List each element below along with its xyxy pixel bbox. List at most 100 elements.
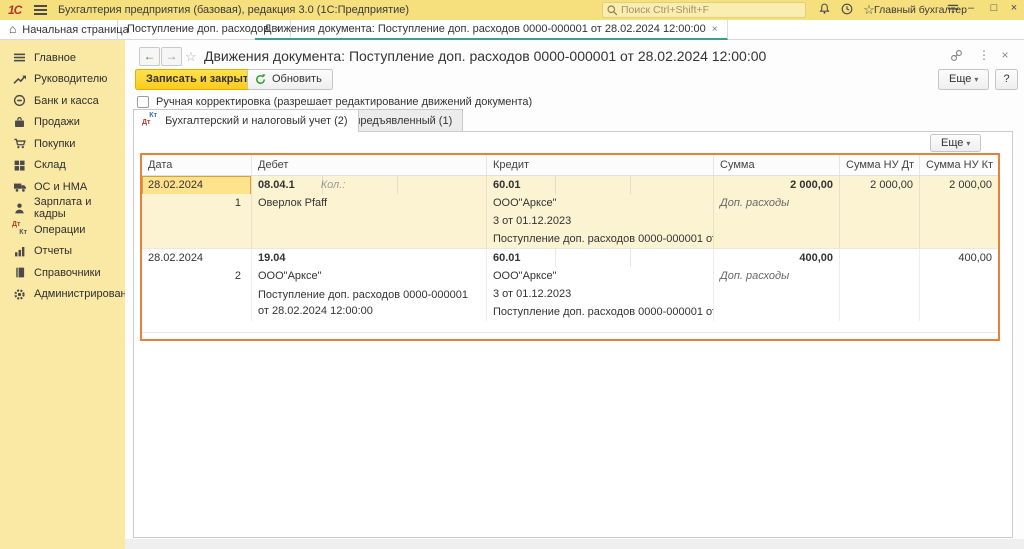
forward-button[interactable]: →: [161, 47, 182, 66]
cell-credit-account[interactable]: 60.01: [487, 176, 713, 194]
cell-credit-subconto[interactable]: 3 от 01.12.2023: [487, 285, 713, 303]
cell-sum-nu-dt[interactable]: 2 000,00: [840, 176, 919, 194]
cell-debit-subconto[interactable]: Оверлок Pfaff: [252, 194, 486, 212]
col-header-credit: Кредит: [487, 155, 714, 175]
menu-lines-icon: [12, 52, 27, 64]
manual-adjustment-row: Ручная корректировка (разрешает редактир…: [137, 96, 532, 108]
cart-icon: [12, 137, 27, 150]
col-header-sum-nu-dt: Сумма НУ Дт: [840, 155, 920, 175]
trend-chart-icon: [12, 73, 27, 85]
sidebar-item-purchases[interactable]: Покупки: [0, 133, 125, 155]
favorite-star-icon[interactable]: ☆: [185, 49, 197, 65]
sidebar-item-main[interactable]: Главное: [0, 47, 125, 69]
help-button[interactable]: ?: [995, 69, 1018, 90]
main-menu-icon[interactable]: [34, 5, 47, 15]
home-icon: ⌂: [9, 22, 16, 36]
service-menu-icon[interactable]: [944, 2, 962, 18]
person-icon: [12, 202, 27, 215]
more-dots-icon[interactable]: ⋮: [976, 48, 992, 62]
manual-adjustment-checkbox[interactable]: [137, 96, 149, 108]
sidebar-item-fixed-assets[interactable]: ОС и НМА: [0, 176, 125, 198]
cell-credit-subconto[interactable]: Поступление доп. расходов 0000-000001 от…: [487, 230, 713, 248]
table-bottom-padding: [142, 333, 998, 339]
book-icon: [12, 266, 27, 279]
back-button[interactable]: ←: [139, 47, 160, 66]
cell-debit-account[interactable]: 08.04.1Кол.:: [252, 176, 486, 194]
dt-kt-icon: ДтКт: [142, 113, 157, 126]
cell-debit-subconto[interactable]: Поступление доп. расходов 0000-000001 от…: [252, 285, 486, 319]
copy-link-icon[interactable]: [948, 48, 964, 62]
boxes-grid-icon: [12, 159, 27, 172]
gear-icon: [12, 288, 27, 301]
sidebar-nav: Главное Руководителю Банк и касса Продаж…: [0, 40, 125, 549]
table-row[interactable]: 28.02.2024 1 08.04.1Кол.: Оверлок Pfaff …: [142, 176, 998, 249]
table-header-row: Дата Дебет Кредит Сумма Сумма НУ Дт Сумм…: [142, 155, 998, 176]
cell-credit-subconto[interactable]: Поступление доп. расходов 0000-000001 от…: [487, 303, 713, 321]
col-header-debit: Дебет: [252, 155, 487, 175]
cell-sum-nu-kt[interactable]: 400,00: [920, 249, 998, 267]
cell-sum-note: Доп. расходы: [714, 194, 839, 212]
quantity-label: Кол.:: [321, 179, 346, 191]
cell-credit-subconto[interactable]: 3 от 01.12.2023: [487, 212, 713, 230]
tab-accounting-tax[interactable]: ДтКт Бухгалтерский и налоговый учет (2): [133, 109, 359, 132]
sidebar-item-directories[interactable]: Справочники: [0, 262, 125, 284]
table-more-button[interactable]: Еще▾: [930, 134, 981, 152]
cell-sum[interactable]: 400,00: [714, 249, 839, 267]
cell-debit-account[interactable]: 19.04: [252, 249, 486, 267]
col-header-date: Дата: [142, 155, 252, 175]
sidebar-item-salary-hr[interactable]: Зарплата и кадры: [0, 198, 125, 220]
cell-sum-note: Доп. расходы: [714, 267, 839, 285]
row-number: 1: [142, 194, 251, 212]
manual-adjustment-label: Ручная корректировка (разрешает редактир…: [156, 96, 532, 108]
notifications-bell-icon[interactable]: [815, 2, 833, 18]
history-icon[interactable]: [838, 2, 856, 18]
close-window-button[interactable]: ×: [1006, 2, 1022, 14]
coin-icon: [12, 94, 27, 107]
cell-sum[interactable]: 2 000,00: [714, 176, 839, 194]
bar-chart-icon: [12, 245, 27, 258]
tab-home[interactable]: ⌂Начальная страница: [0, 20, 118, 40]
close-form-icon[interactable]: ×: [997, 48, 1013, 62]
minimize-button[interactable]: –: [963, 2, 979, 14]
sidebar-item-reports[interactable]: Отчеты: [0, 241, 125, 263]
sidebar-item-sales[interactable]: Продажи: [0, 112, 125, 134]
chevron-down-icon: ▾: [974, 75, 978, 84]
truck-icon: [12, 181, 27, 193]
tab-document-movements[interactable]: Движения документа: Поступление доп. рас…: [255, 20, 728, 40]
cell-credit-account[interactable]: 60.01: [487, 249, 713, 267]
sidebar-item-manager[interactable]: Руководителю: [0, 69, 125, 91]
1c-logo: 1С: [8, 3, 21, 17]
sidebar-item-operations[interactable]: ДтКт Операции: [0, 219, 125, 241]
sidebar-item-bank-cash[interactable]: Банк и касса: [0, 90, 125, 112]
cell-date[interactable]: 28.02.2024: [142, 249, 251, 267]
refresh-button[interactable]: Обновить: [247, 69, 333, 90]
row-number: 2: [142, 267, 251, 285]
cell-credit-subconto[interactable]: ООО"Арксе": [487, 194, 713, 212]
cell-sum-nu-kt[interactable]: 2 000,00: [920, 176, 998, 194]
sidebar-item-warehouse[interactable]: Склад: [0, 155, 125, 177]
refresh-icon: [254, 73, 267, 86]
table-row[interactable]: 28.02.2024 2 19.04 ООО"Арксе" Поступлени…: [142, 249, 998, 333]
col-header-sum: Сумма: [714, 155, 840, 175]
bottom-strip: [125, 539, 1024, 549]
search-icon: [606, 4, 619, 17]
sidebar-item-administration[interactable]: Администрирование: [0, 284, 125, 306]
cell-credit-subconto[interactable]: ООО"Арксе": [487, 267, 713, 285]
application-window: 1С Бухгалтерия предприятия (базовая), ре…: [0, 0, 1024, 549]
app-title: Бухгалтерия предприятия (базовая), редак…: [58, 4, 409, 16]
cell-date-selected[interactable]: 28.02.2024: [142, 176, 251, 194]
tab-close-icon[interactable]: ×: [712, 24, 718, 35]
restore-button[interactable]: □: [986, 2, 1002, 14]
search-placeholder: Поиск Ctrl+Shift+F: [621, 4, 709, 16]
global-search-input[interactable]: Поиск Ctrl+Shift+F: [602, 2, 806, 18]
col-header-sum-nu-kt: Сумма НУ Кт: [920, 155, 998, 175]
page-title: Движения документа: Поступление доп. рас…: [204, 48, 766, 64]
chevron-down-icon: ▾: [966, 139, 970, 148]
cell-sum-nu-dt[interactable]: [840, 249, 919, 267]
briefcase-icon: [12, 116, 27, 129]
cell-debit-subconto[interactable]: ООО"Арксе": [252, 267, 486, 285]
dt-kt-icon: ДтКт: [12, 222, 27, 235]
document-movements-form: ← → ☆ Движения документа: Поступление до…: [125, 40, 1024, 549]
more-button[interactable]: Еще▾: [938, 69, 989, 90]
movements-table[interactable]: Дата Дебет Кредит Сумма Сумма НУ Дт Сумм…: [140, 153, 1000, 341]
